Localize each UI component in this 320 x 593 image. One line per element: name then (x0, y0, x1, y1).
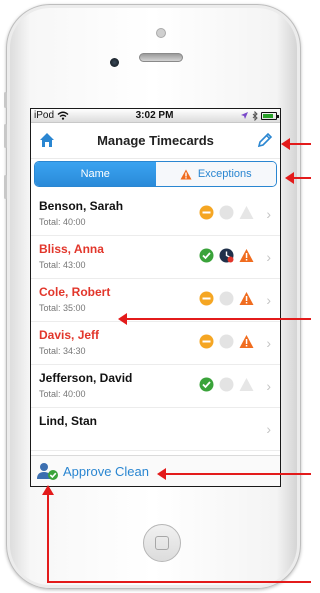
location-icon (241, 112, 248, 119)
segment-name-label: Name (80, 168, 110, 180)
wifi-icon (57, 111, 69, 120)
timecard-list: Benson, Sarah Total: 40:00 › Bliss, Anna Tot… (31, 193, 280, 451)
edit-pencil-icon[interactable] (256, 131, 274, 149)
list-item[interactable]: Davis, Jeff Total: 34:30 › (31, 322, 280, 365)
segment-exceptions-label: Exceptions (197, 168, 252, 180)
chevron-right-icon: › (266, 378, 271, 394)
list-item[interactable]: Benson, Sarah Total: 40:00 › (31, 193, 280, 236)
segmented-control-wrapper: Name Exceptions (31, 159, 280, 191)
list-item[interactable]: Lind, Stan › (31, 408, 280, 451)
warning-icon (239, 291, 254, 311)
segmented-control: Name Exceptions (34, 161, 277, 187)
approved-icon (199, 377, 214, 397)
approve-user-icon[interactable] (37, 462, 59, 480)
chevron-right-icon: › (266, 249, 271, 265)
callout-arrowhead-user (42, 485, 54, 495)
list-item[interactable]: Cole, Robert Total: 35:00 › (31, 279, 280, 322)
clock-label: 3:02 PM (135, 110, 174, 121)
page-title: Manage Timecards (97, 133, 214, 148)
chevron-right-icon: › (266, 421, 271, 437)
callout-arrow-flagged-name (118, 313, 311, 325)
volume-down-button (4, 175, 7, 199)
callout-arrow-edit (281, 138, 311, 150)
callout-arrow-segments (285, 172, 311, 184)
warning-icon (180, 169, 192, 179)
home-icon[interactable] (39, 132, 55, 148)
nav-bar: Manage Timecards (31, 123, 280, 159)
bluetooth-icon (252, 110, 258, 121)
status-icons (199, 377, 254, 397)
list-item[interactable]: Jefferson, David Total: 40:00 › (31, 365, 280, 408)
grey-warning-icon (239, 205, 254, 225)
employee-name: Lind, Stan (39, 414, 97, 428)
segment-exceptions[interactable]: Exceptions (155, 162, 276, 186)
front-camera-icon (110, 58, 119, 67)
mute-switch (4, 92, 7, 108)
grey-dot-icon (219, 291, 234, 311)
pending-icon (199, 205, 214, 225)
status-bar: iPod 3:02 PM (31, 109, 280, 123)
grey-dot-icon (219, 377, 234, 397)
battery-icon (261, 111, 279, 120)
pending-icon (199, 291, 214, 311)
volume-up-button (4, 124, 7, 148)
status-icons (199, 248, 254, 268)
clock-icon (219, 248, 234, 268)
callout-line-user-horizontal (47, 581, 311, 583)
segment-name[interactable]: Name (35, 162, 156, 186)
chevron-right-icon: › (266, 335, 271, 351)
proximity-sensor (156, 28, 166, 38)
home-button[interactable] (143, 524, 181, 562)
grey-warning-icon (239, 377, 254, 397)
callout-arrow-toolbar (157, 468, 311, 480)
grey-dot-icon (219, 205, 234, 225)
warning-icon (239, 334, 254, 354)
carrier-label: iPod (34, 110, 55, 121)
chevron-right-icon: › (266, 206, 271, 222)
status-icons (199, 205, 254, 225)
approved-icon (199, 248, 214, 268)
app-screen: iPod 3:02 PM Manage Timecards Name Excep… (30, 108, 281, 487)
grey-dot-icon (219, 334, 234, 354)
status-icons (199, 334, 254, 354)
bottom-toolbar: Approve Clean (31, 455, 280, 486)
list-item[interactable]: Bliss, Anna Total: 43:00 › (31, 236, 280, 279)
status-icons (199, 291, 254, 311)
chevron-right-icon: › (266, 292, 271, 308)
approve-clean-button[interactable]: Approve Clean (63, 464, 149, 479)
warning-icon (239, 248, 254, 268)
earpiece-speaker (139, 53, 183, 62)
callout-line-user-vertical (47, 493, 49, 583)
pending-icon (199, 334, 214, 354)
stage: iPod 3:02 PM Manage Timecards Name Excep… (0, 0, 311, 593)
